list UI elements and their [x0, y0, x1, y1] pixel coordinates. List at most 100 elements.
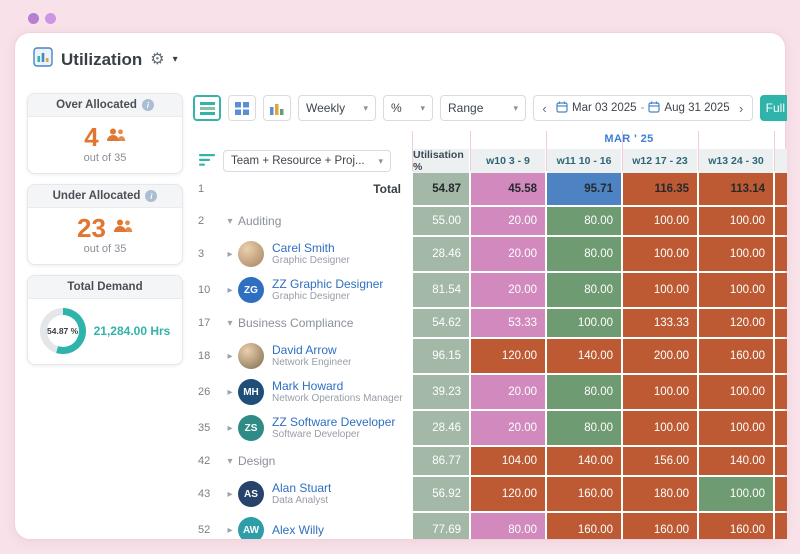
- utilisation-cell[interactable]: 28.46: [413, 411, 469, 445]
- week-value-cell[interactable]: 100.00: [623, 273, 697, 307]
- week-value-cell[interactable]: 20.00: [471, 207, 545, 235]
- week-value-cell[interactable]: 80.00: [547, 411, 621, 445]
- week-value-cell[interactable]: 160.00: [699, 513, 773, 539]
- week-value-cell[interactable]: 20.00: [471, 411, 545, 445]
- week-value-cell[interactable]: 20.00: [471, 237, 545, 271]
- week-value-cell[interactable]: 100.00: [699, 411, 773, 445]
- range-select[interactable]: Range ▾: [440, 95, 526, 121]
- chevron-down-icon[interactable]: ▾: [173, 54, 178, 65]
- week-value-cell[interactable]: 100.00: [699, 477, 773, 511]
- expand-caret-icon[interactable]: ▸: [222, 489, 238, 500]
- expand-caret-icon[interactable]: ▸: [222, 387, 238, 398]
- group-name[interactable]: Auditing: [238, 214, 281, 228]
- resource-name-link[interactable]: Alan Stuart: [272, 481, 331, 495]
- week-value-cell[interactable]: 160.00: [699, 339, 773, 373]
- week-value-cell[interactable]: 100.00: [623, 237, 697, 271]
- grid-view-toggle[interactable]: [228, 95, 256, 121]
- chart-view-toggle[interactable]: [263, 95, 291, 121]
- utilisation-cell[interactable]: 77.69: [413, 513, 469, 539]
- prev-period-button[interactable]: ‹: [537, 102, 552, 115]
- utilisation-cell[interactable]: 55.00: [413, 207, 469, 235]
- week-value-cell[interactable]: 133.33: [623, 309, 697, 337]
- week-value-cell[interactable]: 120.00: [699, 309, 773, 337]
- utilisation-column-header[interactable]: Utilisation %: [413, 149, 469, 173]
- week-value-cell[interactable]: 20.00: [471, 375, 545, 409]
- week-value-cell[interactable]: 53.33: [471, 309, 545, 337]
- week-value-cell[interactable]: 140.00: [547, 339, 621, 373]
- utilisation-cell[interactable]: 81.54: [413, 273, 469, 307]
- expand-caret-icon[interactable]: ▸: [222, 285, 238, 296]
- gear-icon[interactable]: ⚙: [150, 51, 164, 68]
- resource-name-link[interactable]: David Arrow: [272, 343, 351, 357]
- week-value-cell[interactable]: 156.00: [623, 447, 697, 475]
- resource-name-link[interactable]: Alex Willy: [272, 523, 324, 537]
- week-value-cell[interactable]: 100.00: [699, 375, 773, 409]
- utilisation-cell[interactable]: 86.77: [413, 447, 469, 475]
- week-value-cell[interactable]: 160.00: [547, 513, 621, 539]
- week-column-header[interactable]: w12 17 - 23: [623, 149, 697, 173]
- utilisation-cell[interactable]: 56.92: [413, 477, 469, 511]
- total-demand-label: Total Demand: [67, 281, 143, 293]
- week-value-cell[interactable]: 80.00: [547, 237, 621, 271]
- week-value-cell[interactable]: 180.00: [623, 477, 697, 511]
- info-icon[interactable]: i: [145, 190, 158, 202]
- week-value-cell[interactable]: 100.00: [623, 411, 697, 445]
- week-value-cell[interactable]: 113.14: [699, 173, 773, 205]
- utilisation-cell[interactable]: 39.23: [413, 375, 469, 409]
- week-value-cell[interactable]: 20.00: [471, 273, 545, 307]
- resource-name-link[interactable]: Mark Howard: [272, 379, 403, 393]
- week-value-cell[interactable]: 45.58: [471, 173, 545, 205]
- resource-name-link[interactable]: Carel Smith: [272, 241, 350, 255]
- week-value-cell[interactable]: 80.00: [547, 273, 621, 307]
- week-value-cell[interactable]: 100.00: [699, 207, 773, 235]
- week-value-cell[interactable]: 120.00: [471, 339, 545, 373]
- resource-name-link[interactable]: ZZ Graphic Designer: [272, 277, 383, 291]
- week-column-header[interactable]: w11 10 - 16: [547, 149, 621, 173]
- expand-caret-icon[interactable]: ▸: [222, 423, 238, 434]
- week-value-cell[interactable]: 80.00: [547, 375, 621, 409]
- expand-caret-icon[interactable]: ▸: [222, 525, 238, 536]
- week-value-cell[interactable]: 140.00: [699, 447, 773, 475]
- week-column-header[interactable]: w13 24 - 30: [699, 149, 773, 173]
- week-value-cell[interactable]: 116.35: [623, 173, 697, 205]
- group-name[interactable]: Business Compliance: [238, 316, 353, 330]
- window-dot[interactable]: [45, 13, 56, 24]
- collapse-caret-icon[interactable]: ▾: [222, 216, 238, 227]
- unit-select[interactable]: % ▾: [383, 95, 433, 121]
- collapse-caret-icon[interactable]: ▾: [222, 456, 238, 467]
- week-value-cell[interactable]: 120.00: [471, 477, 545, 511]
- table-view-toggle[interactable]: [193, 95, 221, 121]
- week-column-header[interactable]: w10 3 - 9: [471, 149, 545, 173]
- week-value-cell[interactable]: 100.00: [623, 375, 697, 409]
- week-value-cell[interactable]: 100.00: [699, 273, 773, 307]
- group-name[interactable]: Design: [238, 454, 275, 468]
- utilisation-cell[interactable]: 28.46: [413, 237, 469, 271]
- expand-caret-icon[interactable]: ▸: [222, 351, 238, 362]
- week-value-cell[interactable]: 80.00: [547, 207, 621, 235]
- week-value-cell[interactable]: 160.00: [547, 477, 621, 511]
- utilisation-cell[interactable]: 54.87: [413, 173, 469, 205]
- week-value-cell[interactable]: 104.00: [471, 447, 545, 475]
- full-range-button[interactable]: Full: [759, 95, 787, 121]
- next-period-button[interactable]: ›: [734, 102, 749, 115]
- week-value-cell[interactable]: 100.00: [623, 207, 697, 235]
- period-select[interactable]: Weekly ▾: [298, 95, 376, 121]
- utilisation-cell[interactable]: 54.62: [413, 309, 469, 337]
- date-to[interactable]: Aug 31 2025: [664, 102, 729, 114]
- info-icon[interactable]: i: [141, 99, 154, 111]
- collapse-caret-icon[interactable]: ▾: [222, 318, 238, 329]
- week-value-cell[interactable]: 95.71: [547, 173, 621, 205]
- grouping-dropdown[interactable]: Team + Resource + Proj... ▾: [223, 150, 391, 172]
- window-dot[interactable]: [28, 13, 39, 24]
- expand-caret-icon[interactable]: ▸: [222, 249, 238, 260]
- date-from[interactable]: Mar 03 2025: [572, 102, 637, 114]
- week-value-cell[interactable]: 160.00: [623, 513, 697, 539]
- utilisation-cell[interactable]: 96.15: [413, 339, 469, 373]
- week-value-cell[interactable]: 200.00: [623, 339, 697, 373]
- week-value-cell[interactable]: 80.00: [471, 513, 545, 539]
- resource-name-link[interactable]: ZZ Software Developer: [272, 415, 395, 429]
- sort-filter-icon[interactable]: [199, 153, 215, 169]
- week-value-cell[interactable]: 140.00: [547, 447, 621, 475]
- week-value-cell[interactable]: 100.00: [547, 309, 621, 337]
- week-value-cell[interactable]: 100.00: [699, 237, 773, 271]
